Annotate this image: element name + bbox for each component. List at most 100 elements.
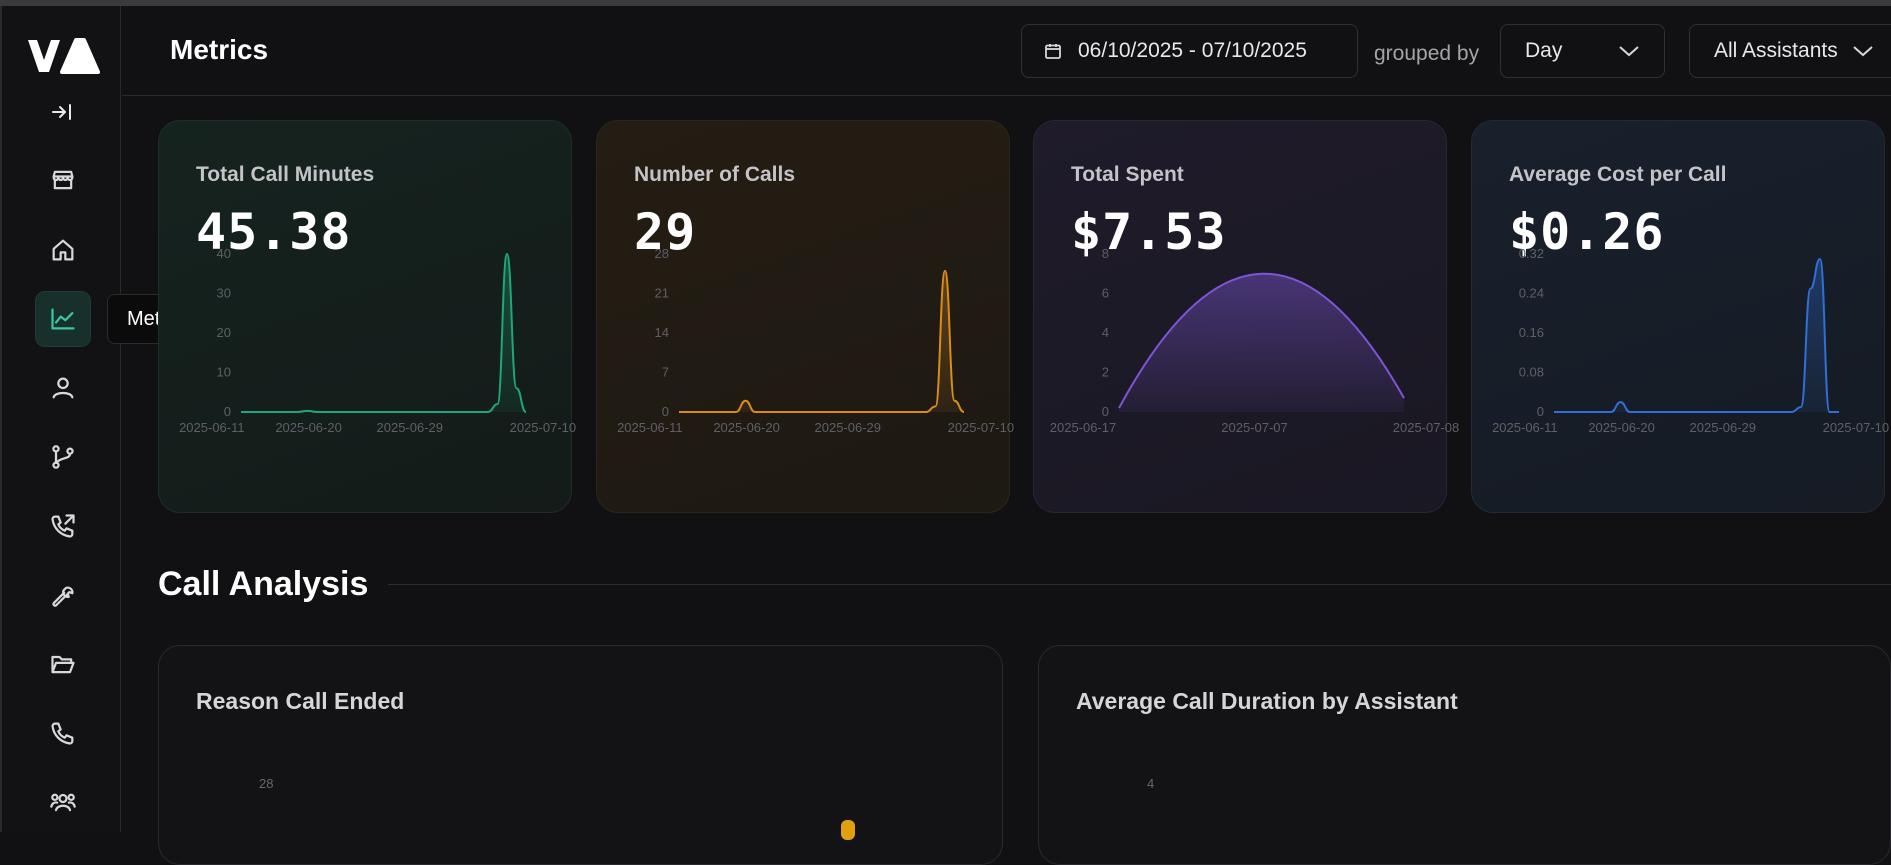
y-axis-tick: 28 — [655, 246, 669, 261]
page-title: Metrics — [170, 34, 269, 65]
sidebar-item-store[interactable] — [35, 152, 91, 208]
sidebar-item-workflows[interactable] — [35, 429, 91, 485]
sidebar-item-outbound-calls[interactable] — [35, 498, 91, 554]
metric-card-total-call-minutes: Total Call Minutes 45.38 0 10 20 30 40 2025-0… — [158, 120, 576, 513]
y-axis-tick: 7 — [662, 365, 669, 380]
metric-card-number-of-calls: Number of Calls 29 0 7 14 21 28 2025-06-11 202… — [596, 120, 1014, 513]
y-axis-tick: 4 — [1102, 325, 1109, 340]
y-axis-tick: 30 — [217, 286, 231, 301]
chart-icon — [51, 308, 75, 330]
x-axis-tick: 2025-07-10 — [948, 420, 1015, 435]
home-icon — [52, 239, 74, 261]
card-title: Total Call Minutes — [196, 163, 375, 186]
user-icon — [52, 377, 74, 399]
card-title: Number of Calls — [634, 163, 796, 186]
y-axis-tick: 0.08 — [1519, 365, 1544, 380]
chevron-down-icon — [1853, 46, 1873, 57]
panel-title: Average Call Duration by Assistant — [1076, 688, 1458, 714]
chart-area-fill — [679, 270, 964, 412]
phone-icon — [51, 722, 74, 745]
x-axis-tick: 2025-06-11 — [179, 420, 245, 435]
y-axis-tick: 28 — [259, 776, 274, 791]
x-axis-tick: 2025-06-11 — [1492, 420, 1558, 435]
users-icon — [50, 793, 76, 812]
sidebar-item-home[interactable] — [35, 222, 91, 278]
x-axis-tick: 2025-06-29 — [377, 420, 444, 435]
x-axis-tick: 2025-07-07 — [1221, 420, 1288, 435]
y-axis-tick: 8 — [1102, 246, 1109, 261]
chart-bar — [841, 820, 855, 840]
y-axis-tick: 40 — [217, 246, 231, 261]
y-axis-tick: 20 — [217, 325, 231, 340]
y-axis-tick: 0.24 — [1519, 286, 1544, 301]
date-range-text: 06/10/2025 - 07/10/2025 — [1078, 39, 1307, 62]
x-axis-tick: 2025-07-10 — [1823, 420, 1890, 435]
x-axis-tick: 2025-06-20 — [713, 420, 780, 435]
card-value: $7.53 — [1071, 203, 1227, 261]
branch-icon — [52, 445, 74, 469]
total-spent-chart: 0 2 4 6 8 2025-06-17 2025-07-07 2025-07-08 — [1050, 246, 1460, 435]
y-axis-tick: 0.16 — [1519, 325, 1544, 340]
page-header: Metrics 06/10/2025 - 07/10/2025 grouped … — [122, 6, 1891, 96]
expand-arrow-icon — [52, 104, 71, 120]
chart-area-fill — [1554, 258, 1839, 412]
chevron-down-icon — [1619, 46, 1639, 57]
group-by-value: Day — [1525, 39, 1563, 62]
chart-series-line — [679, 269, 965, 413]
y-axis-tick: 0 — [1537, 404, 1544, 419]
date-range-picker[interactable]: 06/10/2025 - 07/10/2025 — [1021, 24, 1358, 78]
assistant-select-value: All Assistants — [1714, 39, 1838, 62]
chart-area-fill — [241, 254, 526, 412]
panel-title: Reason Call Ended — [196, 688, 405, 714]
section-divider — [388, 584, 1891, 585]
sidebar — [0, 6, 121, 832]
y-axis-tick: 0 — [1102, 404, 1109, 419]
average-cost-chart: 0 0.08 0.16 0.24 0.32 2025-06-11 2025-06-20 202… — [1492, 246, 1889, 435]
card-title: Average Cost per Call — [1509, 163, 1727, 186]
y-axis-tick: 2 — [1102, 365, 1109, 380]
chart-area-fill — [1119, 273, 1404, 412]
reason-call-ended-panel: Reason Call Ended 28 — [158, 645, 1003, 865]
group-by-select[interactable]: Day — [1500, 24, 1665, 78]
y-axis-tick: 14 — [655, 325, 669, 340]
sidebar-item-phone-numbers[interactable] — [35, 705, 91, 761]
y-axis-tick: 0.32 — [1519, 246, 1544, 261]
sidebar-item-metrics[interactable] — [35, 291, 91, 347]
number-of-calls-chart: 0 7 14 21 28 2025-06-11 2025-06-20 2025-06-29 20… — [617, 246, 1014, 435]
metric-card-total-spent: Total Spent $7.53 0 2 4 6 8 2025-06-17 2025-07… — [1033, 120, 1460, 513]
x-axis-tick: 2025-06-20 — [1588, 420, 1655, 435]
sidebar-item-tools[interactable] — [35, 567, 91, 623]
grouped-by-label: grouped by — [1374, 42, 1480, 65]
sidebar-item-files[interactable] — [35, 636, 91, 692]
sidebar-item-team[interactable] — [35, 774, 91, 830]
x-axis-tick: 2025-06-17 — [1050, 420, 1117, 435]
app-logo — [28, 38, 100, 74]
metric-card-average-cost: Average Cost per Call $0.26 0 0.08 0.16 0.2… — [1471, 120, 1889, 513]
expand-sidebar-button[interactable] — [48, 98, 76, 126]
folder-icon — [51, 655, 75, 674]
phone-outgoing-icon — [51, 514, 75, 538]
y-axis-tick: 6 — [1102, 286, 1109, 301]
section-title-call-analysis: Call Analysis — [158, 565, 369, 603]
x-axis-tick: 2025-06-29 — [1690, 420, 1757, 435]
x-axis-tick: 2025-06-11 — [617, 420, 683, 435]
y-axis-tick: 10 — [217, 365, 231, 380]
average-call-duration-panel: Average Call Duration by Assistant 4 — [1038, 645, 1891, 865]
wrench-icon — [52, 586, 74, 607]
y-axis-tick: 0 — [662, 404, 669, 419]
assistant-select[interactable]: All Assistants — [1689, 24, 1891, 78]
chart-series-line — [241, 252, 527, 413]
y-axis-tick: 0 — [224, 404, 231, 419]
calendar-icon — [1045, 44, 1061, 59]
card-title: Total Spent — [1071, 163, 1184, 186]
x-axis-tick: 2025-06-20 — [275, 420, 342, 435]
x-axis-tick: 2025-07-08 — [1393, 420, 1460, 435]
chart-series-line — [1554, 257, 1839, 413]
store-icon — [52, 170, 74, 190]
sidebar-item-users[interactable] — [35, 360, 91, 416]
y-axis-tick: 4 — [1147, 776, 1155, 791]
x-axis-tick: 2025-07-10 — [510, 420, 576, 435]
call-minutes-chart: 0 10 20 30 40 2025-06-11 2025-06-20 2025-06-29 2… — [179, 246, 576, 435]
y-axis-tick: 21 — [655, 286, 669, 301]
x-axis-tick: 2025-06-29 — [815, 420, 882, 435]
